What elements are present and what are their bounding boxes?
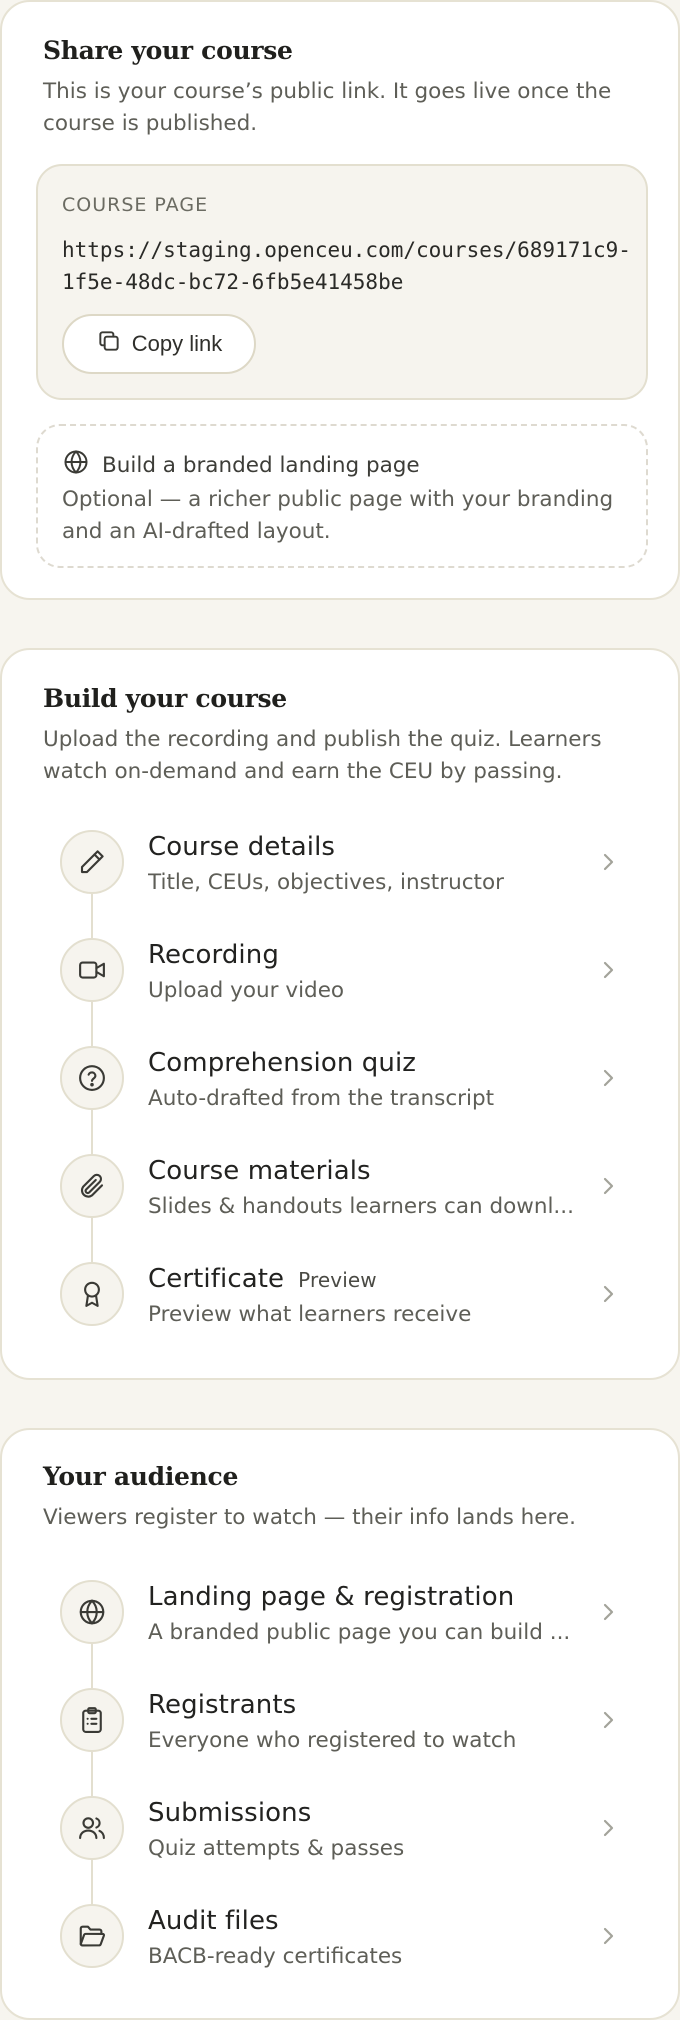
step-subtitle: A branded public page you can build ... — [148, 1620, 571, 1645]
copy-icon — [96, 328, 122, 360]
copy-link-label: Copy link — [131, 331, 223, 356]
step-title: Comprehension quiz — [148, 1048, 417, 1078]
step-subtitle: Quiz attempts & passes — [148, 1836, 405, 1861]
step-landing-page-registration[interactable]: Landing page & registration A branded pu… — [2, 1580, 680, 1688]
branded-landing-description: Optional — a richer public page with you… — [62, 487, 614, 544]
step-submissions[interactable]: Submissions Quiz attempts & passes — [2, 1796, 680, 1904]
audience-title: Your audience — [43, 1462, 239, 1491]
chevron-right-icon — [603, 1927, 614, 1945]
step-subtitle: Auto-drafted from the transcript — [148, 1086, 495, 1111]
course-page-link-box: COURSE PAGE https://staging.openceu.com/… — [36, 164, 648, 400]
question-circle-icon — [60, 1046, 124, 1110]
step-audit-files[interactable]: Audit files BACB-ready certificates — [2, 1904, 680, 2012]
clipboard-icon — [60, 1688, 124, 1752]
step-subtitle: Upload your video — [148, 978, 345, 1003]
step-title: Course details — [148, 832, 336, 862]
globe-icon — [62, 448, 90, 482]
build-course-description: Upload the recording and publish the qui… — [43, 727, 602, 784]
step-title: Recording — [148, 940, 279, 970]
chevron-right-icon — [603, 1177, 614, 1195]
step-subtitle: BACB-ready certificates — [148, 1944, 403, 1969]
step-subtitle: Preview what learners receive — [148, 1302, 472, 1327]
certificate-title: Certificate — [148, 1264, 285, 1294]
chevron-right-icon — [603, 1069, 614, 1087]
step-title: Landing page & registration — [148, 1582, 515, 1612]
chevron-right-icon — [603, 961, 614, 979]
step-course-materials[interactable]: Course materials Slides & handouts learn… — [2, 1154, 680, 1262]
build-course-title: Build your course — [43, 684, 287, 713]
step-registrants[interactable]: Registrants Everyone who registered to w… — [2, 1688, 680, 1796]
folder-icon — [60, 1904, 124, 1968]
build-course-card: Build your course Upload the recording a… — [0, 648, 680, 1380]
steps-connector-line — [91, 1644, 93, 1924]
audience-card: Your audience Viewers register to watch … — [0, 1428, 680, 2020]
step-subtitle: Slides & handouts learners can downl... — [148, 1194, 574, 1219]
step-title: Certificate Preview — [148, 1264, 377, 1294]
paperclip-icon — [60, 1154, 124, 1218]
step-title: Course materials — [148, 1156, 371, 1186]
step-course-details[interactable]: Course details Title, CEUs, objectives, … — [2, 830, 680, 938]
chevron-right-icon — [603, 853, 614, 871]
step-subtitle: Everyone who registered to watch — [148, 1728, 517, 1753]
chevron-right-icon — [603, 1603, 614, 1621]
preview-badge: Preview — [298, 1268, 377, 1292]
share-course-title: Share your course — [43, 36, 293, 65]
video-camera-icon — [60, 938, 124, 1002]
step-comprehension-quiz[interactable]: Comprehension quiz Auto-drafted from the… — [2, 1046, 680, 1154]
step-title: Audit files — [148, 1906, 279, 1936]
step-subtitle: Title, CEUs, objectives, instructor — [148, 870, 504, 895]
award-icon — [60, 1262, 124, 1326]
step-certificate[interactable]: Certificate Preview Preview what learners… — [2, 1262, 680, 1370]
step-recording[interactable]: Recording Upload your video — [2, 938, 680, 1046]
chevron-right-icon — [603, 1711, 614, 1729]
chevron-right-icon — [603, 1819, 614, 1837]
copy-link-button[interactable]: Copy link — [62, 314, 256, 374]
share-course-card: Share your course This is your course’s … — [0, 0, 680, 600]
globe-icon — [60, 1580, 124, 1644]
branded-landing-page-option[interactable]: Build a branded landing page Optional — … — [36, 424, 648, 568]
audience-description: Viewers register to watch — their info l… — [43, 1505, 576, 1530]
branded-landing-title: Build a branded landing page — [102, 452, 420, 478]
course-page-label: COURSE PAGE — [62, 194, 209, 216]
chevron-right-icon — [603, 1285, 614, 1303]
pencil-icon — [60, 830, 124, 894]
users-icon — [60, 1796, 124, 1860]
course-page-url[interactable]: https://staging.openceu.com/courses/6891… — [62, 234, 632, 298]
share-course-description: This is your course’s public link. It go… — [43, 79, 612, 136]
step-title: Submissions — [148, 1798, 312, 1828]
step-title: Registrants — [148, 1690, 297, 1720]
